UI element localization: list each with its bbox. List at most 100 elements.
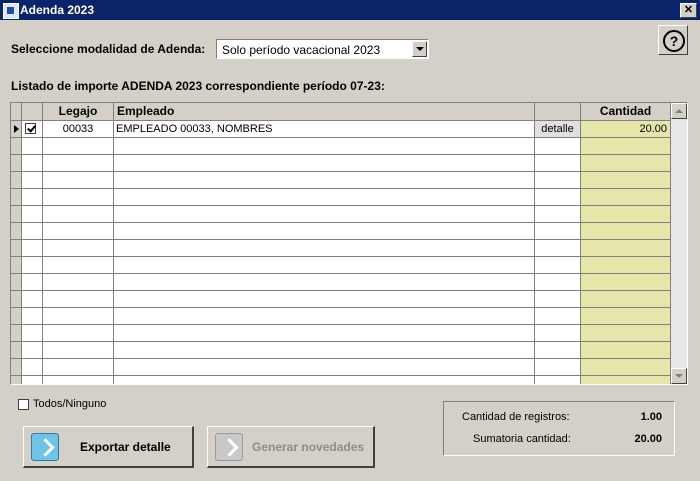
row-checkbox[interactable] [22,359,43,376]
row-detalle[interactable] [535,325,581,342]
row-empleado [114,291,535,308]
table-row[interactable] [11,376,671,384]
close-button[interactable]: ✕ [680,3,697,18]
row-cantidad[interactable] [581,342,671,359]
window-title: Adenda 2023 [20,3,95,17]
row-cantidad[interactable] [581,274,671,291]
row-detalle[interactable] [535,138,581,155]
row-cantidad[interactable] [581,291,671,308]
row-detalle[interactable] [535,274,581,291]
row-indicator [11,240,22,257]
header-detalle[interactable] [535,103,581,120]
modalidad-label: Seleccione modalidad de Adenda: [11,42,206,56]
row-indicator [11,223,22,240]
row-detalle[interactable] [535,240,581,257]
row-cantidad[interactable] [581,223,671,240]
row-checkbox[interactable] [22,223,43,240]
row-checkbox[interactable] [22,189,43,206]
row-detalle[interactable] [535,189,581,206]
listado-title: Listado de importe ADENDA 2023 correspon… [11,79,385,93]
checkbox-icon[interactable] [18,399,29,410]
row-legajo [43,359,114,376]
row-legajo [43,291,114,308]
chevron-down-icon[interactable] [412,41,427,57]
table-row[interactable]: 00033 EMPLEADO 00033, NOMBRES detalle 20… [11,121,671,138]
row-checkbox[interactable] [22,342,43,359]
employee-grid[interactable]: Legajo Empleado Cantidad 00033 EMPLEADO … [10,102,688,385]
table-row[interactable] [11,257,671,274]
table-row[interactable] [11,138,671,155]
row-detalle[interactable] [535,359,581,376]
header-cantidad[interactable]: Cantidad [581,103,671,120]
generar-novedades-button: Generar novedades [207,426,375,468]
grid-scrollbar[interactable] [671,103,687,384]
row-indicator [11,172,22,189]
row-cantidad[interactable] [581,240,671,257]
todos-ninguno-label: Todos/Ninguno [33,398,107,410]
exportar-detalle-button[interactable]: Exportar detalle [23,426,194,468]
row-detalle[interactable] [535,308,581,325]
header-legajo[interactable]: Legajo [43,103,114,120]
row-checkbox[interactable] [22,291,43,308]
row-checkbox[interactable] [22,274,43,291]
header-empleado[interactable]: Empleado [114,103,535,120]
row-checkbox[interactable] [22,257,43,274]
row-checkbox[interactable] [22,172,43,189]
row-detalle[interactable] [535,257,581,274]
row-cantidad[interactable] [581,155,671,172]
row-detalle[interactable] [535,342,581,359]
row-detalle[interactable] [535,223,581,240]
table-row[interactable] [11,189,671,206]
row-detalle[interactable] [535,376,581,384]
table-row[interactable] [11,223,671,240]
scroll-down-icon[interactable] [671,368,687,384]
table-row[interactable] [11,308,671,325]
table-row[interactable] [11,206,671,223]
table-row[interactable] [11,342,671,359]
row-empleado: EMPLEADO 00033, NOMBRES [114,121,535,138]
row-checkbox[interactable] [22,155,43,172]
row-indicator [11,138,22,155]
row-cantidad[interactable] [581,172,671,189]
row-detalle[interactable] [535,291,581,308]
table-row[interactable] [11,274,671,291]
row-cantidad[interactable]: 20.00 [581,121,671,138]
scroll-up-icon[interactable] [671,103,687,119]
table-row[interactable] [11,155,671,172]
row-legajo [43,240,114,257]
row-empleado [114,376,535,384]
row-checkbox[interactable] [22,121,43,138]
summary-panel: Cantidad de registros: 1.00 Sumatoria ca… [443,401,675,456]
row-empleado [114,223,535,240]
export-arrow-icon [31,433,59,461]
row-checkbox[interactable] [22,376,43,384]
help-button[interactable]: ? [658,25,688,55]
row-checkbox[interactable] [22,206,43,223]
modalidad-select[interactable]: Solo período vacacional 2023 [216,39,429,59]
row-cantidad[interactable] [581,257,671,274]
row-checkbox[interactable] [22,240,43,257]
header-check[interactable] [22,103,43,120]
row-cantidad[interactable] [581,189,671,206]
row-cantidad[interactable] [581,308,671,325]
row-detalle[interactable] [535,172,581,189]
row-checkbox[interactable] [22,308,43,325]
row-cantidad[interactable] [581,206,671,223]
table-row[interactable] [11,172,671,189]
row-cantidad[interactable] [581,376,671,384]
row-checkbox[interactable] [22,325,43,342]
table-row[interactable] [11,291,671,308]
row-checkbox[interactable] [22,138,43,155]
table-row[interactable] [11,240,671,257]
row-indicator [11,274,22,291]
app-icon [3,3,19,19]
table-row[interactable] [11,359,671,376]
table-row[interactable] [11,325,671,342]
row-cantidad[interactable] [581,359,671,376]
modalidad-selected-value: Solo período vacacional 2023 [222,43,381,57]
detalle-button[interactable]: detalle [535,121,581,138]
row-cantidad[interactable] [581,138,671,155]
row-cantidad[interactable] [581,325,671,342]
row-detalle[interactable] [535,206,581,223]
row-detalle[interactable] [535,155,581,172]
